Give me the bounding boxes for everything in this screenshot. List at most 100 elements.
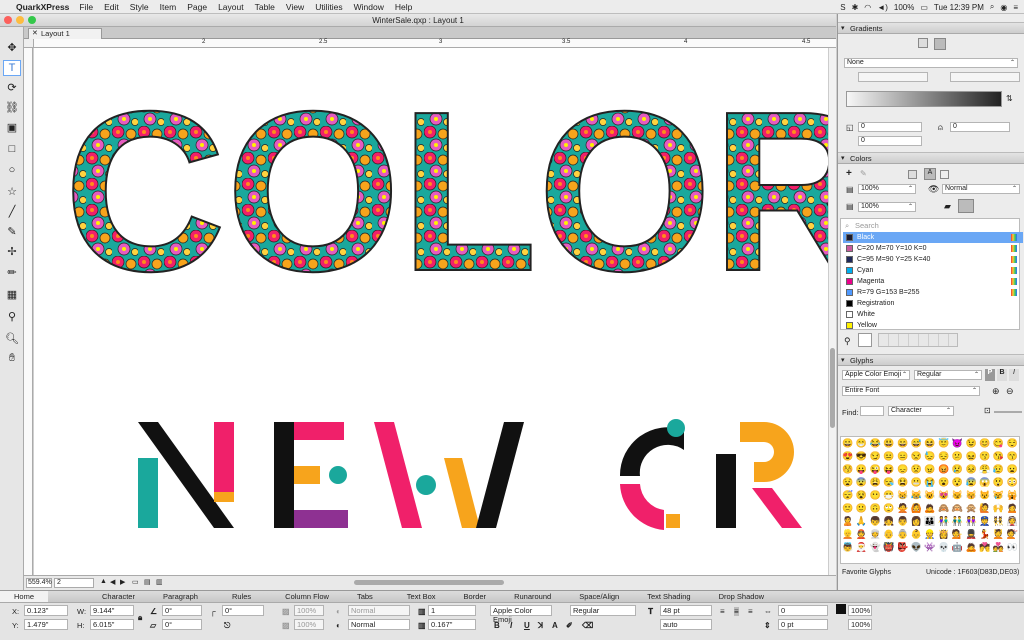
font-field[interactable]: Apple Color Emoji bbox=[490, 605, 552, 624]
color-item[interactable]: Cyan bbox=[843, 265, 1023, 276]
color-item[interactable]: White bbox=[843, 309, 1023, 320]
glyph-cell[interactable]: 👩 bbox=[909, 515, 923, 528]
glyph-cell[interactable]: 😃 bbox=[882, 437, 896, 450]
zoom-in-icon[interactable]: ⊕ bbox=[992, 386, 1000, 397]
glyph-cell[interactable]: 👻 bbox=[868, 541, 882, 554]
add-color-icon[interactable]: + bbox=[846, 168, 852, 179]
color-item[interactable]: C=95 M=90 Y=25 K=40 bbox=[843, 254, 1023, 265]
skew-field[interactable]: 0° bbox=[162, 619, 202, 630]
glyph-cell[interactable]: 😗 bbox=[978, 450, 992, 463]
color-search-input[interactable]: Search bbox=[855, 221, 879, 230]
text-opacity-field[interactable]: 100% bbox=[848, 619, 872, 630]
zoom-out-icon[interactable]: ⊖ bbox=[1006, 386, 1014, 397]
glyph-cell[interactable]: 😵 bbox=[855, 489, 869, 502]
glyph-cell[interactable]: 😒 bbox=[909, 450, 923, 463]
glyph-cell[interactable]: 😦 bbox=[1005, 463, 1019, 476]
siri-icon[interactable]: ◉ bbox=[1000, 3, 1007, 12]
glyph-cell[interactable]: 😧 bbox=[841, 476, 855, 489]
line-tool-icon[interactable]: ╱ bbox=[3, 203, 21, 219]
menu-table[interactable]: Table bbox=[255, 2, 275, 12]
gradients-panel-header[interactable]: Gradients bbox=[838, 22, 1024, 34]
battery-icon[interactable]: ▭ bbox=[920, 3, 928, 12]
glyph-cell[interactable]: 🙃 bbox=[868, 502, 882, 515]
glyph-cell[interactable]: 🙈 bbox=[937, 502, 951, 515]
glyph-cell[interactable]: 😣 bbox=[964, 463, 978, 476]
blend-mode-select[interactable]: Normal bbox=[942, 184, 1020, 194]
glyph-cell[interactable]: 😥 bbox=[992, 463, 1006, 476]
layers-icon[interactable]: ▥ bbox=[156, 578, 163, 586]
glyph-cell[interactable]: 😛 bbox=[855, 463, 869, 476]
tab-rules[interactable]: Rules bbox=[218, 591, 265, 602]
glyph-cell[interactable]: 😻 bbox=[937, 489, 951, 502]
menu-edit[interactable]: Edit bbox=[104, 2, 119, 12]
glyph-cell[interactable]: 😶 bbox=[868, 489, 882, 502]
bezier-pen-tool-icon[interactable]: ✎ bbox=[3, 223, 21, 239]
glyph-cell[interactable]: 😭 bbox=[923, 476, 937, 489]
skype-icon[interactable]: S bbox=[840, 3, 845, 12]
table-tool-icon[interactable]: ▦ bbox=[3, 286, 21, 302]
glyph-cell[interactable]: 😍 bbox=[841, 450, 855, 463]
glyph-cell[interactable]: 😾 bbox=[978, 489, 992, 502]
horizontal-ruler[interactable]: 2 2.5 3 3.5 4 4.5 bbox=[34, 39, 836, 48]
current-color-swatch[interactable] bbox=[858, 333, 872, 347]
glyph-cell[interactable]: 😂 bbox=[868, 437, 882, 450]
glyph-cell[interactable]: 😅 bbox=[909, 437, 923, 450]
glyph-cell[interactable]: 👴 bbox=[882, 528, 896, 541]
tab-layout-1[interactable]: ✕ Layout 1 bbox=[28, 28, 102, 39]
glyph-cell[interactable]: 💁 bbox=[951, 528, 965, 541]
glyph-cell[interactable]: 😩 bbox=[868, 476, 882, 489]
glyph-cell[interactable]: 👯 bbox=[992, 515, 1006, 528]
glyph-cell[interactable]: 👦 bbox=[868, 515, 882, 528]
glyph-cell[interactable]: 😢 bbox=[951, 463, 965, 476]
glyph-cell[interactable]: 🙊 bbox=[964, 502, 978, 515]
glyph-cell[interactable]: 👭 bbox=[964, 515, 978, 528]
oval-box-tool-icon[interactable]: ○ bbox=[3, 162, 21, 178]
glyph-cell[interactable]: 😿 bbox=[992, 489, 1006, 502]
glyph-cell[interactable]: 💑 bbox=[992, 541, 1006, 554]
glyph-cell[interactable]: 👶 bbox=[909, 528, 923, 541]
menu-style[interactable]: Style bbox=[130, 2, 149, 12]
glyph-find-type-select[interactable]: Character bbox=[888, 406, 954, 416]
gradient-field-1[interactable] bbox=[858, 72, 928, 82]
vertical-ruler[interactable] bbox=[24, 48, 33, 575]
bluetooth-icon[interactable]: ✱ bbox=[852, 3, 859, 12]
text-content-tool-icon[interactable]: T bbox=[3, 60, 21, 76]
outline-icon[interactable]: ✐ bbox=[566, 621, 573, 630]
glyph-cell[interactable]: 😮 bbox=[937, 476, 951, 489]
glyph-cell[interactable]: 😰 bbox=[964, 476, 978, 489]
glyph-cell[interactable]: 👼 bbox=[841, 541, 855, 554]
tab-runaround[interactable]: Runaround bbox=[500, 591, 565, 602]
text-color-icon[interactable]: A bbox=[552, 621, 558, 630]
glyph-cell[interactable]: 😨 bbox=[855, 476, 869, 489]
minimize-window-button[interactable] bbox=[16, 16, 24, 24]
glyph-size-slider[interactable] bbox=[994, 411, 1022, 413]
glyph-cell[interactable]: 😋 bbox=[992, 437, 1006, 450]
gutter-field[interactable]: 0.167" bbox=[428, 619, 476, 630]
corner-radius-field[interactable]: 0° bbox=[222, 605, 264, 616]
text-color-icon[interactable]: A bbox=[924, 168, 936, 180]
glyph-cell[interactable]: 😆 bbox=[923, 437, 937, 450]
glyph-cell[interactable]: 😪 bbox=[882, 476, 896, 489]
menu-layout[interactable]: Layout bbox=[218, 2, 244, 12]
page-field[interactable]: 2 bbox=[54, 578, 94, 588]
italic-style-icon[interactable]: I bbox=[1009, 369, 1019, 381]
flip-icon[interactable]: ⎋ bbox=[224, 621, 230, 631]
tab-tabs[interactable]: Tabs bbox=[343, 591, 387, 602]
glyph-cell[interactable]: 😱 bbox=[978, 476, 992, 489]
glyph-cell[interactable]: 🙀 bbox=[1005, 489, 1019, 502]
glyph-cell[interactable]: 😽 bbox=[964, 489, 978, 502]
glyph-cell[interactable]: 👳 bbox=[868, 528, 882, 541]
colors-panel-header[interactable]: Colors bbox=[838, 152, 1024, 164]
glyph-cell[interactable]: 🤖 bbox=[951, 541, 965, 554]
glyph-cell[interactable]: 😠 bbox=[923, 463, 937, 476]
glyph-cell[interactable]: 😫 bbox=[896, 476, 910, 489]
bold-icon[interactable]: B bbox=[494, 621, 500, 630]
glyph-cell[interactable]: 💇 bbox=[1005, 528, 1019, 541]
align-left-icon[interactable]: ≡ bbox=[720, 607, 725, 616]
glyph-cell[interactable]: 🙁 bbox=[841, 502, 855, 515]
glyph-cell[interactable]: 😙 bbox=[1005, 450, 1019, 463]
glyph-cell[interactable]: 😚 bbox=[841, 463, 855, 476]
box-shade-field[interactable]: 100% bbox=[294, 605, 324, 616]
glyph-cell[interactable]: 👱 bbox=[841, 528, 855, 541]
linking-tool-icon[interactable]: ⛓ bbox=[3, 99, 21, 115]
